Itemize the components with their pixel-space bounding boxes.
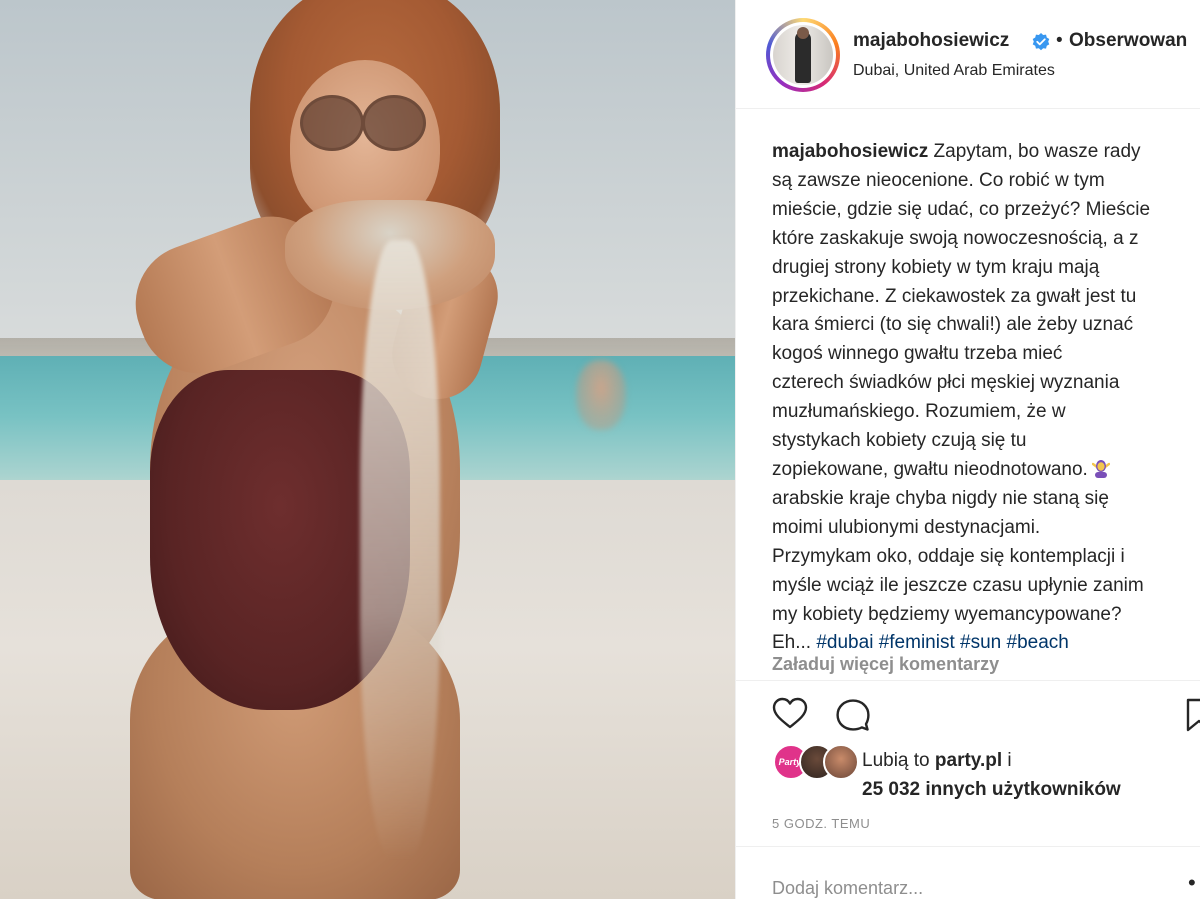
caption-line-with-emoji: zopiekowane, gwałtu nieodnotowano.: [772, 456, 1200, 485]
post-photo[interactable]: [0, 0, 735, 899]
hashtag-link[interactable]: #beach: [1007, 632, 1069, 653]
caption-line-1: majabohosiewicz Zapytam, bo wasze rady: [772, 138, 1200, 167]
caption-text: Zapytam, bo wasze rady: [928, 141, 1141, 162]
action-bar-divider: [736, 680, 1200, 681]
hashtag-link[interactable]: #feminist: [879, 632, 955, 653]
more-options-icon[interactable]: •: [1188, 870, 1196, 896]
caption-line: kara śmierci (to się chwali!) ale żeby u…: [772, 314, 1134, 336]
caption-line: kogoś winnego gwałtu trzeba mieć: [772, 343, 1063, 365]
caption-line: które zaskakuje swoją nowoczesnością, a …: [772, 227, 1139, 249]
likes-suffix: innych użytkowników: [920, 779, 1121, 800]
photo-sunglasses-left: [300, 95, 364, 151]
caption-line: drugiej strony kobiety w tym kraju mają: [772, 256, 1100, 278]
woman-shrugging-emoji-icon: [1091, 459, 1110, 478]
caption-line: są zawsze nieocenione. Co robić w tym: [772, 169, 1105, 191]
caption-username[interactable]: majabohosiewicz: [772, 141, 928, 162]
add-comment-input[interactable]: Dodaj komentarz...: [772, 878, 923, 899]
caption-line: Przymykam oko, oddaje się kontemplacji i: [772, 545, 1125, 567]
hashtag-link[interactable]: #dubai: [816, 632, 873, 653]
heart-icon[interactable]: [770, 694, 810, 734]
likes-summary: Lubią to party.pl i 25 032 innych użytko…: [862, 746, 1121, 804]
likes-prefix: Lubią to: [862, 750, 935, 771]
post-header: majabohosiewicz • Obserwowan Dubai, Unit…: [736, 0, 1200, 109]
caption-line: myśle wciąż ile jeszcze czasu upłynie za…: [772, 574, 1144, 596]
liker-avatar[interactable]: [823, 744, 859, 780]
top-liker-link[interactable]: party.pl: [935, 750, 1002, 771]
hashtag-link[interactable]: #sun: [960, 632, 1001, 653]
comment-icon[interactable]: [833, 694, 873, 734]
likes-count: 25 032: [862, 779, 921, 800]
caption-text: Eh...: [772, 632, 817, 654]
caption-line: mieście, gdzie się udać, co przeżyć? Mie…: [772, 198, 1151, 220]
caption-line: my kobiety będziemy wyemancypowane?: [772, 603, 1122, 625]
caption-line: przekichane. Z ciekawostek za gwałt jest…: [772, 285, 1137, 307]
bookmark-icon[interactable]: [1184, 694, 1200, 734]
follow-button[interactable]: Obserwowan: [1069, 30, 1187, 52]
caption-line: moimi ulubionymi destynacjami.: [772, 516, 1041, 538]
caption-line: czterech świadków płci męskiej wyznania: [772, 372, 1120, 394]
post-caption: majabohosiewicz Zapytam, bo wasze rady s…: [772, 138, 1200, 658]
header-username[interactable]: majabohosiewicz: [853, 30, 1009, 52]
caption-text: zopiekowane, gwałtu nieodnotowano.: [772, 458, 1088, 480]
post-timestamp[interactable]: 5 GODZ. TEMU: [772, 816, 870, 831]
likes-connector: i: [1002, 750, 1012, 771]
likers-avatars[interactable]: Party.: [773, 744, 859, 780]
photo-sunglasses-right: [362, 95, 426, 151]
caption-line: stystykach kobiety czują się tu: [772, 430, 1027, 452]
post-side-panel: majabohosiewicz • Obserwowan Dubai, Unit…: [735, 0, 1200, 899]
avatar[interactable]: [770, 22, 836, 88]
verified-badge-icon: [1032, 33, 1050, 51]
load-more-comments-button[interactable]: Załaduj więcej komentarzy: [772, 654, 999, 675]
photo-background-person: [576, 360, 626, 430]
photo-falling-sand: [360, 240, 440, 860]
caption-line: arabskie kraje chyba nigdy nie staną się: [772, 487, 1109, 509]
caption-line: muzłumańskiego. Rozumiem, że w: [772, 401, 1066, 423]
avatar-head: [797, 27, 809, 39]
header-separator: •: [1056, 30, 1063, 51]
location-link[interactable]: Dubai, United Arab Emirates: [853, 62, 1055, 80]
avatar-photo: [773, 25, 833, 85]
likes-others-link[interactable]: 25 032 innych użytkowników: [862, 779, 1121, 800]
story-ring[interactable]: [766, 18, 840, 92]
